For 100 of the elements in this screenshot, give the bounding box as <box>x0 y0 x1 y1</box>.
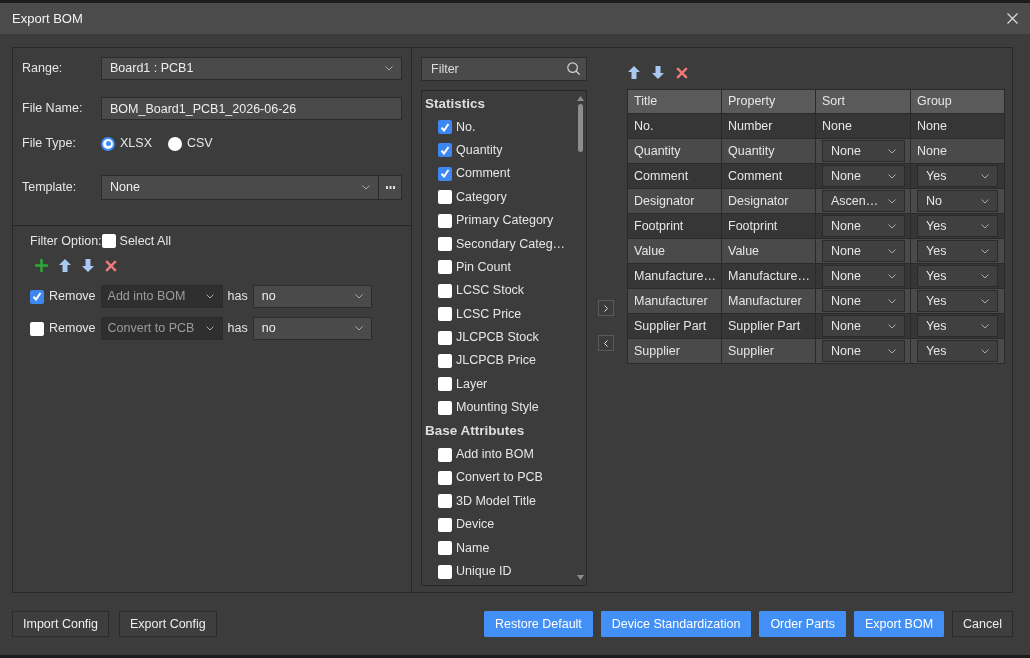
template-dropdown[interactable]: None <box>101 175 379 200</box>
scrollbar-thumb[interactable] <box>578 104 583 152</box>
radio-button[interactable] <box>101 136 115 151</box>
column-label[interactable]: Convert to PCB <box>456 470 543 486</box>
search-field[interactable]: Filter <box>421 57 587 81</box>
cross-icon[interactable] <box>105 259 117 272</box>
column-label[interactable]: Quantity <box>456 142 503 158</box>
sort-dropdown[interactable]: None <box>822 290 905 312</box>
column-label[interactable]: Comment <box>456 166 511 182</box>
sort-dropdown[interactable]: None <box>822 315 905 337</box>
scroll-down-icon[interactable] <box>577 575 584 580</box>
sort-dropdown[interactable]: None <box>822 340 905 362</box>
arrow-down-icon[interactable] <box>82 259 94 272</box>
arrow-down-icon[interactable] <box>652 66 664 79</box>
sort-dropdown[interactable]: None <box>822 215 905 237</box>
config-button[interactable]: Import Config <box>12 611 110 637</box>
column-checkbox[interactable] <box>438 213 452 228</box>
table-cell: Footprint <box>627 213 722 239</box>
column-label[interactable]: JLCPCB Price <box>456 353 536 369</box>
close-button[interactable] <box>1007 13 1018 24</box>
column-label[interactable]: Layer <box>456 376 488 392</box>
sort-dropdown[interactable]: None <box>822 140 905 162</box>
column-label[interactable]: Category <box>456 189 507 205</box>
column-checkbox[interactable] <box>438 400 452 415</box>
column-header[interactable]: Property <box>721 89 816 114</box>
column-label[interactable]: 3D Model Title <box>456 493 536 509</box>
value-dropdown[interactable]: no <box>252 285 372 308</box>
group-dropdown[interactable]: Yes <box>917 315 998 337</box>
sort-dropdown[interactable]: None <box>822 265 905 287</box>
caret-icon <box>888 173 896 179</box>
column-header[interactable]: Group <box>910 89 1005 114</box>
attribute-dropdown[interactable]: Convert to PCB <box>100 317 223 340</box>
column-checkbox[interactable] <box>438 494 452 509</box>
column-checkbox[interactable] <box>438 564 452 579</box>
column-checkbox[interactable] <box>438 447 452 462</box>
radio-label[interactable]: XLSX <box>120 136 152 151</box>
radio-button[interactable] <box>167 136 182 151</box>
group-dropdown[interactable]: Yes <box>917 290 998 312</box>
arrow-up-icon[interactable] <box>59 259 71 272</box>
column-label[interactable]: Primary Category <box>456 213 554 229</box>
column-header[interactable]: Title <box>627 89 722 114</box>
search-icon <box>567 62 580 75</box>
column-label[interactable]: Device <box>456 517 495 533</box>
group-dropdown[interactable]: Yes <box>917 215 998 237</box>
column-checkbox[interactable] <box>438 330 452 345</box>
group-dropdown[interactable]: Yes <box>917 240 998 262</box>
column-checkbox[interactable] <box>438 354 452 368</box>
column-label[interactable]: Mounting Style <box>456 400 539 416</box>
attribute-dropdown[interactable]: Add into BOM <box>100 285 223 308</box>
range-dropdown[interactable]: Board1 : PCB1 <box>101 57 402 80</box>
table-cell: Supplier <box>627 338 722 364</box>
column-checkbox[interactable] <box>438 307 452 322</box>
column-checkbox[interactable] <box>438 541 452 556</box>
column-checkbox[interactable] <box>438 190 452 205</box>
column-checkbox[interactable] <box>438 283 452 298</box>
more-button[interactable] <box>379 175 402 200</box>
column-label[interactable]: LCSC Stock <box>456 283 525 299</box>
plus-icon[interactable] <box>35 259 48 272</box>
action-button[interactable]: Cancel <box>952 611 1013 637</box>
column-label[interactable]: JLCPCB Stock <box>456 330 539 346</box>
column-label[interactable]: LCSC Price <box>456 306 522 322</box>
sort-dropdown[interactable]: None <box>822 165 905 187</box>
column-label[interactable]: Name <box>456 540 490 556</box>
radio-label[interactable]: CSV <box>186 136 213 151</box>
caret-icon <box>888 298 896 304</box>
table-cell: Designator <box>627 188 722 214</box>
group-dropdown[interactable]: Yes <box>917 265 998 287</box>
sort-dropdown[interactable]: None <box>822 240 905 262</box>
config-button[interactable]: Export Config <box>119 611 217 637</box>
select-all-checkbox[interactable] <box>101 234 116 248</box>
column-label[interactable]: Unique ID <box>456 564 512 579</box>
caret-icon <box>385 66 393 71</box>
rule-checkbox[interactable] <box>30 289 44 304</box>
rule-checkbox[interactable] <box>30 321 44 336</box>
sort-dropdown[interactable]: Ascen… <box>822 190 905 212</box>
column-label[interactable]: No. <box>456 119 476 135</box>
file-name-field[interactable]: BOM_Board1_PCB1_2026-06-26 <box>101 97 402 120</box>
column-label[interactable]: Secondary Categ… <box>456 236 566 252</box>
group-dropdown[interactable]: No <box>917 190 998 212</box>
rule-label: Remove <box>49 289 96 304</box>
column-checkbox[interactable] <box>438 260 452 275</box>
group-dropdown[interactable]: Yes <box>917 340 998 362</box>
column-header[interactable]: Sort <box>815 89 911 114</box>
move-left-button[interactable] <box>598 335 614 351</box>
scroll-up-icon[interactable] <box>577 96 584 101</box>
column-checkbox[interactable] <box>438 517 452 532</box>
value-dropdown[interactable]: no <box>252 317 372 340</box>
checkbox-label[interactable]: Select All <box>119 233 171 249</box>
column-checkbox[interactable] <box>438 377 452 392</box>
column-label[interactable]: Pin Count <box>456 259 511 275</box>
column-checkbox[interactable] <box>438 470 452 485</box>
column-label[interactable]: Add into BOM <box>456 447 534 463</box>
arrow-up-icon[interactable] <box>628 66 640 79</box>
group-dropdown[interactable]: Yes <box>917 165 998 187</box>
column-checkbox[interactable] <box>438 143 452 158</box>
column-checkbox[interactable] <box>438 166 452 181</box>
column-checkbox[interactable] <box>438 120 452 135</box>
column-checkbox[interactable] <box>438 237 452 252</box>
move-right-button[interactable] <box>598 300 614 316</box>
cross-icon[interactable] <box>676 66 688 79</box>
